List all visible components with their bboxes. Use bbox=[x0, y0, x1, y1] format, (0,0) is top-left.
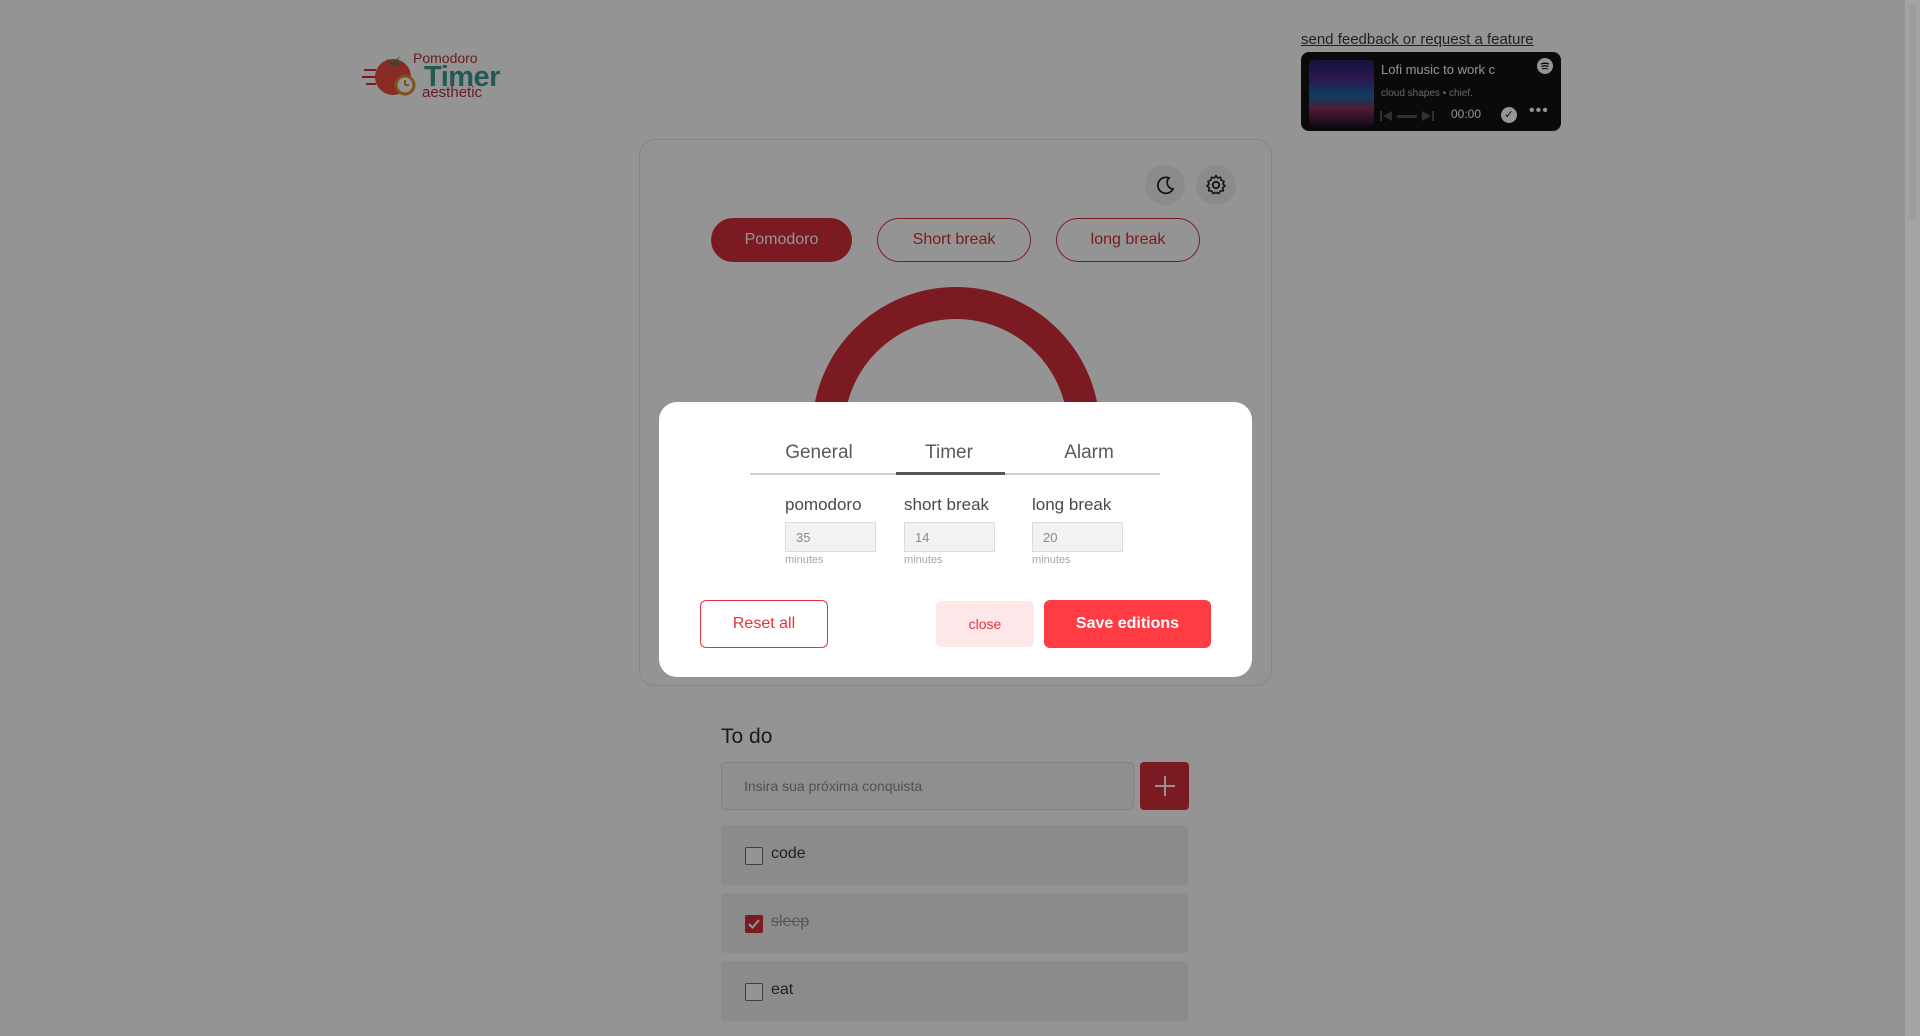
page: Pomodoro Timer aesthetic send feedback o… bbox=[0, 0, 1920, 1036]
reset-all-button[interactable]: Reset all bbox=[700, 600, 828, 648]
short-break-field: short break minutes bbox=[904, 495, 995, 566]
long-break-minutes-input[interactable] bbox=[1032, 522, 1123, 552]
field-hint: minutes bbox=[904, 554, 943, 566]
field-label: long break bbox=[1032, 495, 1112, 514]
field-label: pomodoro bbox=[785, 495, 862, 514]
short-break-minutes-input[interactable] bbox=[904, 522, 995, 552]
long-break-field: long break minutes bbox=[1032, 495, 1123, 566]
save-button[interactable]: Save editions bbox=[1044, 600, 1211, 648]
field-hint: minutes bbox=[785, 554, 824, 566]
settings-modal: General Timer Alarm pomodoro minutes sho… bbox=[659, 402, 1252, 677]
tab-timer[interactable]: Timer bbox=[909, 442, 989, 464]
pomodoro-minutes-input[interactable] bbox=[785, 522, 876, 552]
tab-general[interactable]: General bbox=[779, 442, 859, 464]
scrollbar-thumb[interactable] bbox=[1909, 4, 1916, 220]
tab-alarm[interactable]: Alarm bbox=[1049, 442, 1129, 464]
active-tab-indicator bbox=[896, 472, 1005, 475]
field-hint: minutes bbox=[1032, 554, 1071, 566]
close-button[interactable]: close bbox=[936, 601, 1034, 647]
field-label: short break bbox=[904, 495, 990, 514]
pomodoro-field: pomodoro minutes bbox=[785, 495, 876, 566]
